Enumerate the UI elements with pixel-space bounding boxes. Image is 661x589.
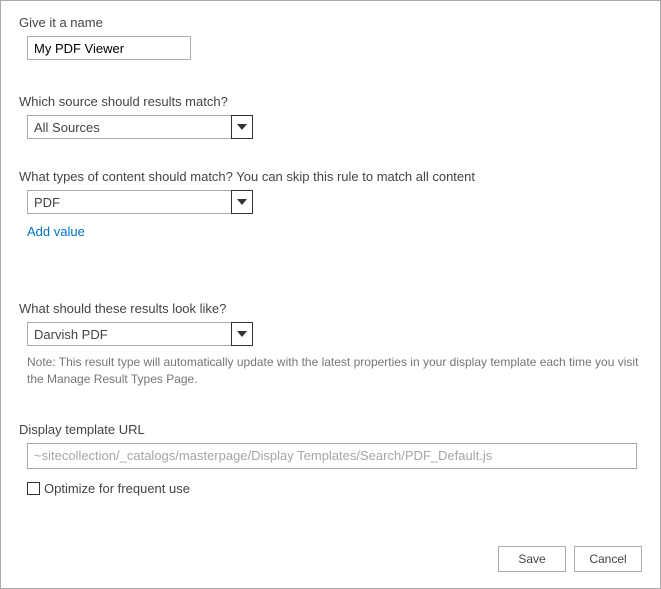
result-type-dialog: Give it a name Which source should resul… [0, 0, 661, 589]
source-select[interactable]: All Sources [27, 115, 253, 139]
button-row: Save Cancel [498, 546, 642, 572]
add-value-link[interactable]: Add value [27, 224, 85, 239]
url-label: Display template URL [19, 422, 642, 437]
look-section: What should these results look like? Dar… [19, 301, 642, 388]
source-selected-value: All Sources [34, 120, 100, 135]
optimize-checkbox[interactable] [27, 482, 40, 495]
source-label: Which source should results match? [19, 94, 642, 109]
content-selected-value: PDF [34, 195, 60, 210]
name-input[interactable] [27, 36, 191, 60]
content-label: What types of content should match? You … [19, 169, 642, 184]
look-selected-value: Darvish PDF [34, 327, 108, 342]
optimize-label: Optimize for frequent use [44, 481, 190, 496]
url-input[interactable] [27, 443, 637, 469]
look-label: What should these results look like? [19, 301, 642, 316]
source-section: Which source should results match? All S… [19, 94, 642, 139]
name-label: Give it a name [19, 15, 642, 30]
save-button[interactable]: Save [498, 546, 566, 572]
content-section: What types of content should match? You … [19, 169, 642, 239]
look-note: Note: This result type will automaticall… [27, 354, 642, 388]
url-section: Display template URL Optimize for freque… [19, 422, 642, 496]
name-section: Give it a name [19, 15, 642, 60]
content-select[interactable]: PDF [27, 190, 253, 214]
cancel-button[interactable]: Cancel [574, 546, 642, 572]
optimize-row: Optimize for frequent use [27, 481, 642, 496]
look-select[interactable]: Darvish PDF [27, 322, 253, 346]
